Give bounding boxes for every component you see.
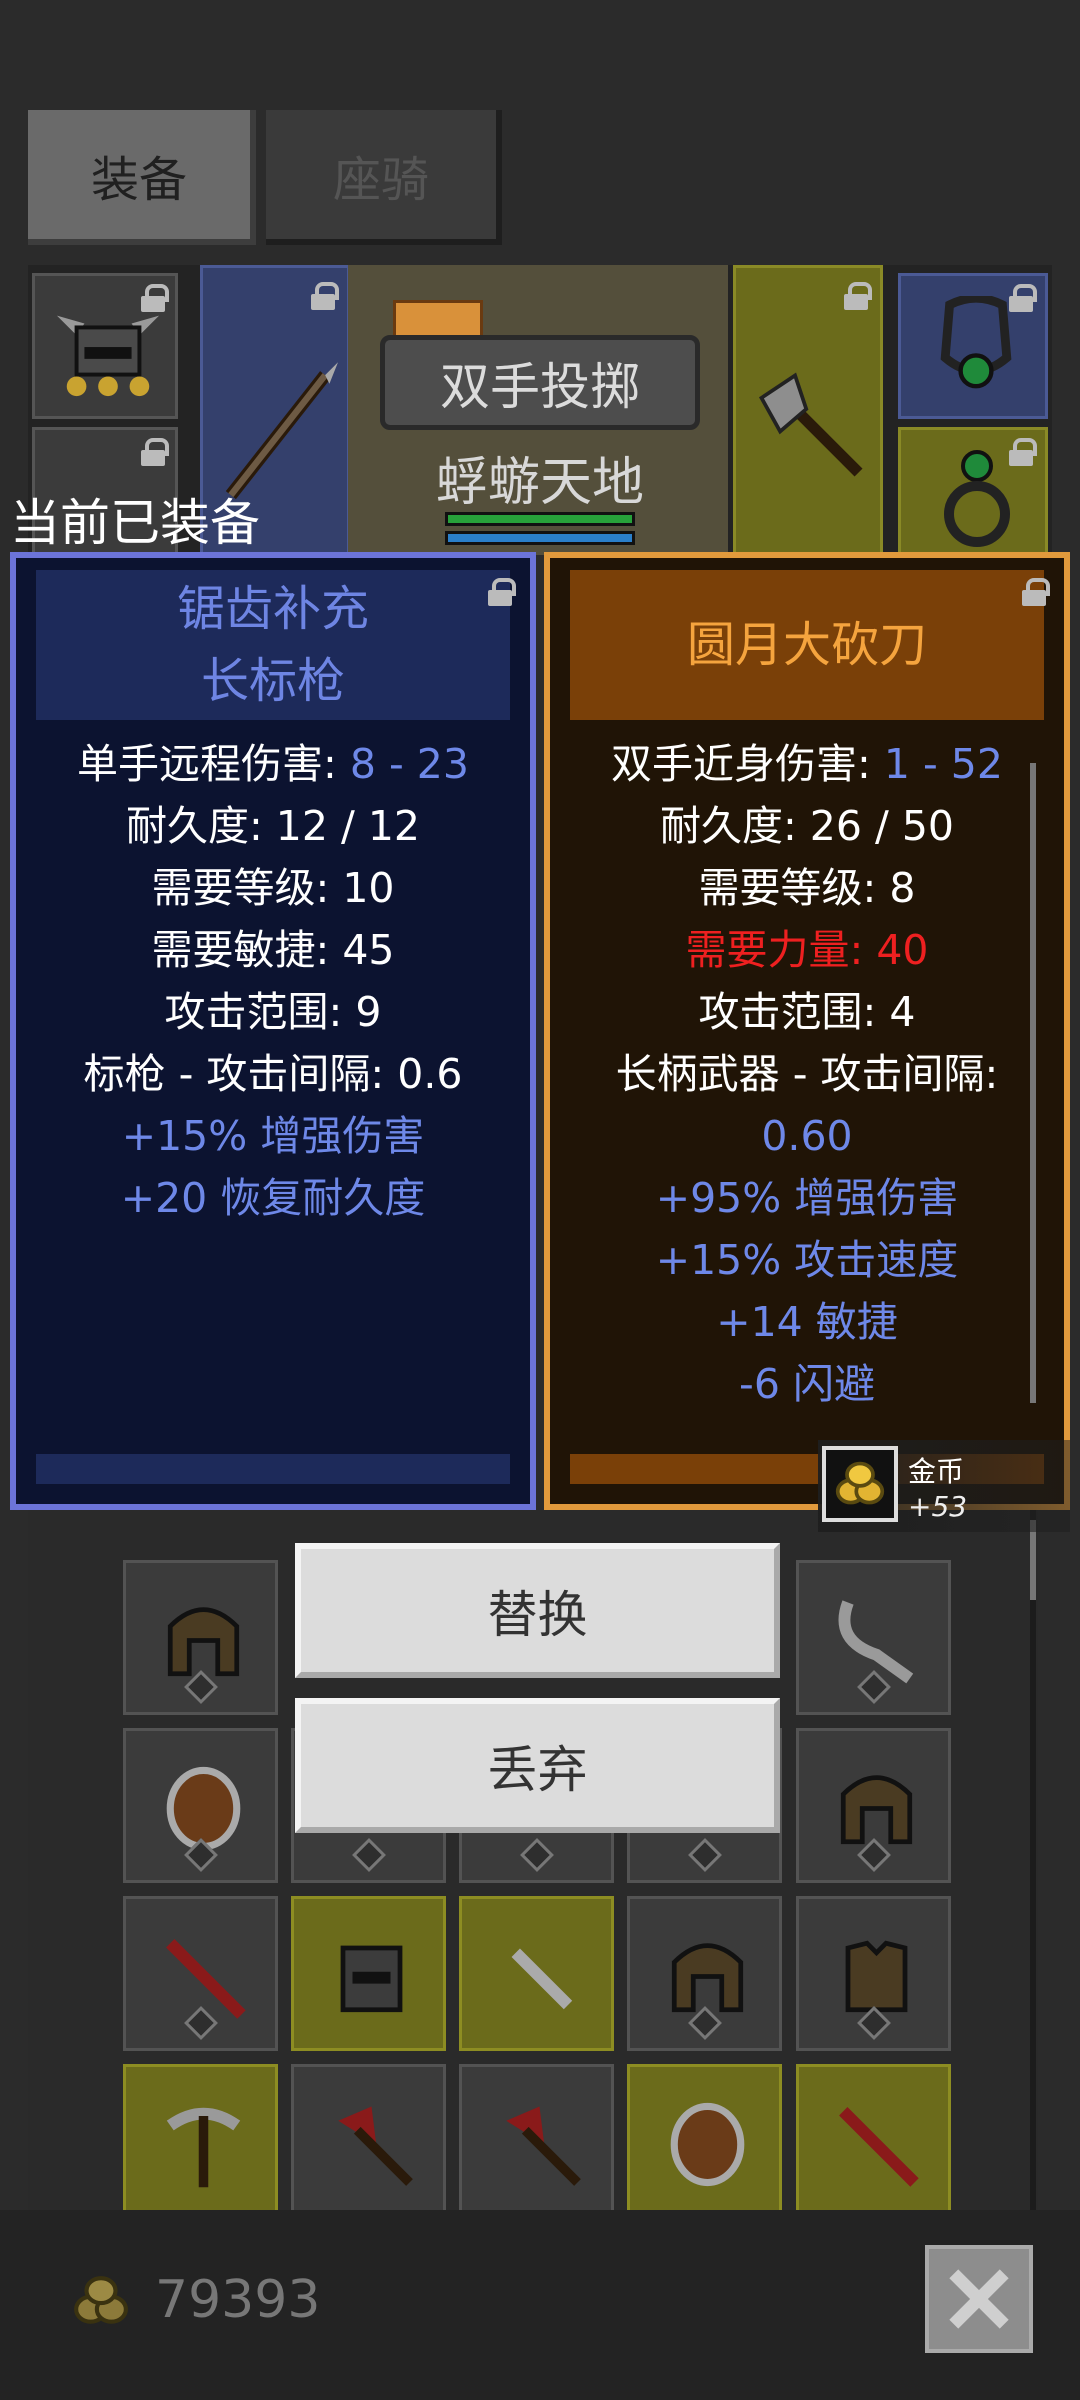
gold-label: 金币: [908, 1455, 965, 1488]
equipped-item-name-line1: 锯齿补充: [176, 581, 369, 637]
bonus-stat: -6 闪避: [739, 1360, 875, 1408]
damage-value: 8 - 23: [349, 740, 469, 788]
close-icon: [949, 2269, 1009, 2329]
durability-stat: 耐久度: 26 / 50: [659, 802, 955, 850]
equipped-item-name-line2: 长标枪: [200, 653, 345, 709]
gold-total: 79393: [155, 2270, 321, 2330]
range-stat: 攻击范围: 4: [698, 988, 916, 1036]
equip-slot-amulet[interactable]: [898, 273, 1048, 419]
red-axe-icon: [338, 2106, 413, 2186]
damage-stat: 双手近身伤害: 1 - 52: [560, 733, 1054, 795]
interval-stat-label: 长柄武器 - 攻击间隔:: [615, 1050, 999, 1098]
equipped-item-header: 锯齿补充 长标枪: [36, 570, 510, 720]
crown-icon: [393, 300, 483, 340]
range-stat: 攻击范围: 9: [164, 988, 382, 1036]
lock-icon[interactable]: [486, 578, 516, 608]
card-footer: [36, 1454, 510, 1484]
discard-button[interactable]: 丢弃: [295, 1698, 780, 1833]
pickaxe-icon: [166, 2107, 241, 2188]
inventory-slot[interactable]: [796, 1728, 951, 1883]
equip-slot-offhand[interactable]: [733, 265, 883, 555]
axe-icon: [758, 372, 863, 477]
damage-label: 单手远程伤害:: [77, 740, 350, 788]
level-requirement: 需要等级: 10: [151, 864, 395, 912]
gold-delta: +53: [908, 1490, 968, 1523]
attribute-requirement: 需要敏捷: 45: [151, 926, 395, 974]
bonus-stat: +15% 攻击速度: [655, 1236, 959, 1284]
horned-helmet-icon: [56, 315, 160, 397]
level-requirement: 需要等级: 8: [698, 864, 916, 912]
round-shield-icon: [670, 2102, 745, 2187]
bonus-stat: +95% 增强伤害: [655, 1174, 959, 1222]
dagger-icon: [511, 1948, 573, 2010]
inventory-slot[interactable]: [123, 1728, 278, 1883]
amulet-icon: [940, 296, 1012, 389]
bonus-stat: +20 恢复耐久度: [120, 1174, 426, 1222]
location-name: 蜉蝣天地: [435, 453, 644, 513]
durability-stat: 耐久度: 12 / 12: [125, 802, 421, 850]
new-item-name: 圆月大砍刀: [686, 617, 927, 673]
lock-icon: [842, 282, 872, 312]
socket-icon: [352, 1838, 386, 1872]
gold-coins-icon: [74, 2276, 128, 2324]
inventory-slot[interactable]: [291, 1896, 446, 2051]
tab-mount[interactable]: 座骑: [266, 110, 502, 245]
damage-stat: 单手远程伤害: 8 - 23: [26, 733, 520, 795]
inventory-slot[interactable]: [123, 2064, 278, 2219]
ring-icon: [944, 450, 1010, 547]
equip-slot-helmet[interactable]: [32, 273, 178, 419]
inventory-slot[interactable]: [459, 1896, 614, 2051]
red-axe-icon: [506, 2106, 581, 2186]
iron-helmet-icon: [340, 1945, 403, 2013]
new-item-header: 圆月大砍刀: [570, 570, 1044, 720]
inventory-slot[interactable]: [123, 1560, 278, 1715]
close-button[interactable]: [925, 2245, 1033, 2353]
equip-slot-ring[interactable]: [898, 427, 1048, 555]
socket-icon: [688, 1838, 722, 1872]
inventory-slot[interactable]: [796, 1560, 951, 1715]
equipped-item-stats: 单手远程伤害: 8 - 23 耐久度: 12 / 12 需要等级: 10 需要敏…: [26, 733, 520, 1229]
inventory-scroll-thumb[interactable]: [1030, 1520, 1036, 1600]
inventory-slot[interactable]: [291, 2064, 446, 2219]
inventory-slot[interactable]: [796, 2064, 951, 2219]
red-halberd-icon: [839, 2107, 919, 2187]
inventory-slot[interactable]: [123, 1896, 278, 2051]
gold-pile-icon: [822, 1446, 898, 1522]
lock-icon: [309, 282, 339, 312]
inventory-slot[interactable]: [796, 1896, 951, 2051]
tab-equipment[interactable]: 装备: [28, 110, 256, 245]
new-item-stats: 双手近身伤害: 1 - 52 耐久度: 26 / 50 需要等级: 8 需要力量…: [560, 733, 1054, 1415]
replace-button[interactable]: 替换: [295, 1543, 780, 1678]
socket-icon: [520, 1838, 554, 1872]
lock-icon: [139, 438, 169, 468]
interval-stat: 标枪 - 攻击间隔: 0.6: [83, 1050, 463, 1098]
inventory-scrollbar[interactable]: [1030, 1510, 1036, 2210]
stats-scrollbar[interactable]: [1030, 763, 1036, 1403]
health-bar: [445, 512, 635, 526]
currently-equipped-label: 当前已装备: [10, 494, 260, 552]
inventory-slot[interactable]: [459, 2064, 614, 2219]
gold-pickup-popup: 金币 +53: [818, 1440, 1070, 1532]
interval-stat-value: 0.60: [761, 1112, 853, 1160]
lock-icon[interactable]: [1020, 578, 1050, 608]
damage-label: 双手近身伤害:: [611, 740, 884, 788]
mana-bar: [445, 531, 635, 545]
damage-value: 1 - 52: [883, 740, 1003, 788]
inventory-slot[interactable]: [627, 2064, 782, 2219]
skill-name-plate: 双手投掷: [380, 335, 700, 430]
new-item-card: 圆月大砍刀 双手近身伤害: 1 - 52 耐久度: 26 / 50 需要等级: …: [544, 552, 1070, 1510]
inventory-slot[interactable]: [627, 1896, 782, 2051]
equipped-item-card: 锯齿补充 长标枪 单手远程伤害: 8 - 23 耐久度: 12 / 12 需要等…: [10, 552, 536, 1510]
bonus-stat: +14 敏捷: [716, 1298, 898, 1346]
attribute-requirement: 需要力量: 40: [685, 926, 929, 974]
bonus-stat: +15% 增强伤害: [121, 1112, 425, 1160]
